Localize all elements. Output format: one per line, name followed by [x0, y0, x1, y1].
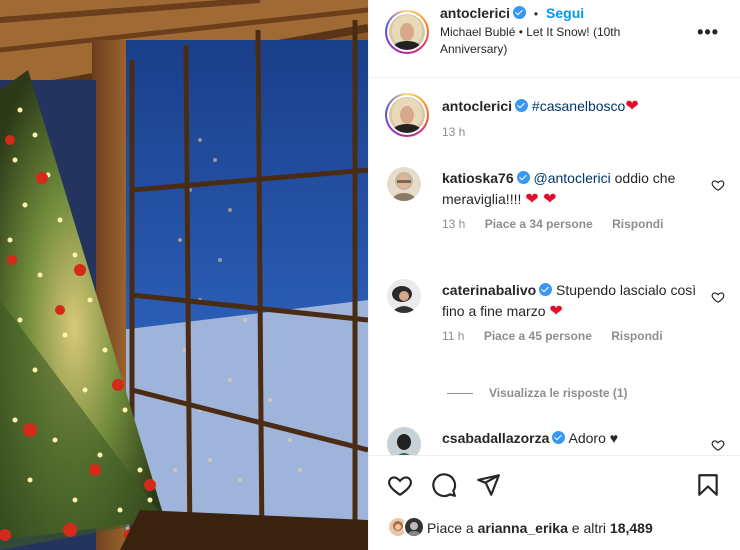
comment-time[interactable]: 11 h [442, 329, 464, 343]
comment-likes[interactable]: Piace a 45 persone [484, 329, 592, 343]
comment-item: caterinabalivo Stupendo lascialo così fi… [387, 279, 727, 349]
comment-likes[interactable]: Piace a 34 persone [485, 217, 593, 231]
reply-button[interactable]: Rispondi [612, 217, 663, 231]
caption-hashtag[interactable]: #casanelbosco [532, 98, 625, 114]
follow-button[interactable]: Segui [546, 5, 584, 21]
post-header: antoclerici • Segui Michael Bublé • Let … [369, 0, 740, 78]
verified-badge-icon [552, 431, 566, 444]
heart-icon[interactable] [711, 178, 725, 192]
caption: antoclerici #casanelbosco❤ 13 h [385, 93, 727, 155]
likes-summary[interactable]: Piace a arianna_erika e altri 18,489 [427, 520, 653, 536]
likes-count: 18,489 [609, 520, 653, 536]
heart-emoji: ❤ ❤ [525, 191, 557, 208]
author-username[interactable]: antoclerici [440, 5, 510, 21]
caption-author-avatar[interactable] [385, 93, 429, 137]
comment-author[interactable]: katioska76 [442, 170, 514, 186]
heart-icon[interactable] [711, 438, 725, 452]
more-options-icon[interactable]: ••• [697, 22, 719, 43]
like-heart-icon[interactable] [387, 472, 413, 498]
share-icon[interactable] [475, 472, 501, 498]
comment-item: csabadallazorza Adoro ♥ [387, 427, 727, 455]
caption-author[interactable]: antoclerici [442, 98, 512, 114]
heart-emoji: ❤ [549, 303, 563, 320]
heart-emoji: ❤ [625, 98, 639, 115]
comment-author[interactable]: caterinabalivo [442, 282, 536, 298]
heart-icon[interactable] [711, 290, 725, 304]
verified-badge-icon [515, 99, 529, 112]
verified-badge-icon [516, 171, 530, 184]
author-avatar[interactable] [385, 10, 429, 54]
likers-avatars[interactable] [387, 516, 427, 540]
caption-time[interactable]: 13 h [442, 125, 465, 139]
bookmark-icon[interactable] [695, 472, 721, 498]
post-detail-panel: antoclerici • Segui Michael Bublé • Let … [368, 0, 740, 550]
comment-icon[interactable] [431, 472, 457, 498]
comments-list[interactable]: antoclerici #casanelbosco❤ 13 h katioska… [369, 79, 740, 455]
commenter-avatar[interactable] [387, 427, 421, 455]
post-image[interactable] [0, 0, 368, 550]
liker-username: arianna_erika [477, 520, 568, 536]
reply-button[interactable]: Rispondi [611, 329, 662, 343]
comment-mention[interactable]: @antoclerici [534, 170, 611, 186]
verified-badge-icon [513, 6, 527, 19]
post-actions: Piace a arianna_erika e altri 18,489 [369, 455, 740, 550]
commenter-avatar[interactable] [387, 279, 421, 313]
comment-time[interactable]: 13 h [442, 217, 465, 231]
verified-badge-icon [539, 283, 553, 296]
separator-dot: • [533, 7, 539, 21]
commenter-avatar[interactable] [387, 167, 421, 201]
view-replies-button[interactable]: Visualizza le risposte (1) [447, 386, 628, 400]
comment-item: katioska76 @antoclerici oddio che meravi… [387, 167, 727, 237]
comment-text: Adoro ♥ [565, 430, 619, 446]
comment-author[interactable]: csabadallazorza [442, 430, 549, 446]
music-link[interactable]: Michael Bublé • Let It Snow! (10th Anniv… [440, 24, 670, 58]
